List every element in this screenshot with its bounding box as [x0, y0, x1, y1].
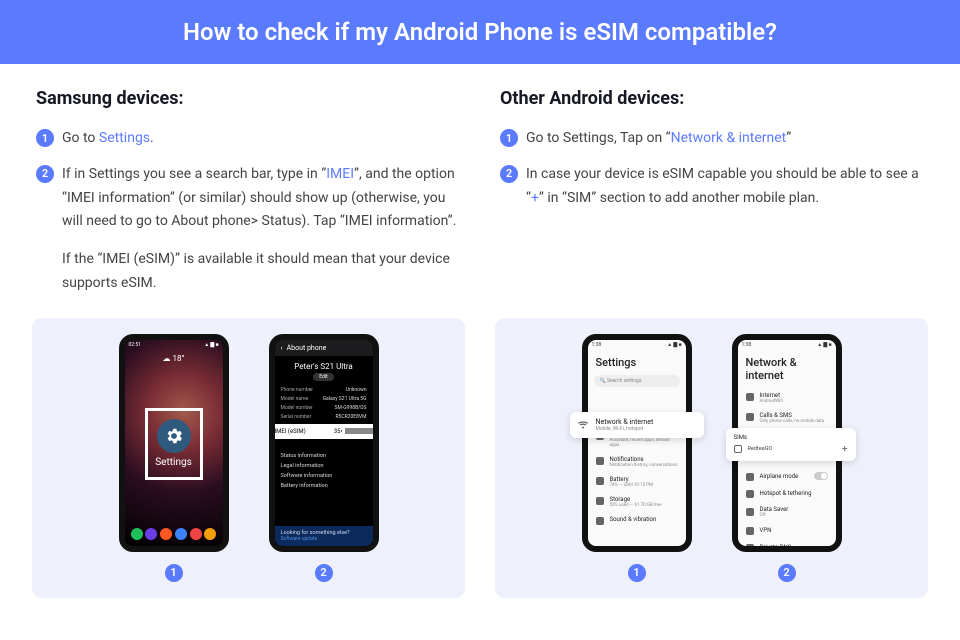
plus-icon: + — [842, 444, 848, 455]
other-screenshot-1: 1:38▲ ▇ ■ Settings 🔍 Search settings App… — [582, 334, 692, 582]
sims-callout: SIMs RedteaGO + — [726, 428, 856, 461]
settings-item: Sound & vibration — [588, 512, 686, 529]
instructions-columns: Samsung devices: 1 Go to Settings. 2 If … — [0, 64, 960, 318]
step-text: Go to Settings. — [62, 127, 154, 151]
page-title: How to check if my Android Phone is eSIM… — [183, 18, 777, 46]
other-screenshot-2: 1:38▲ ▇ ■ Network & internet InternetAnd… — [732, 334, 842, 582]
back-icon: ‹ — [281, 344, 283, 352]
phone-mockup: 1:38▲ ▇ ■ Settings 🔍 Search settings App… — [582, 334, 692, 552]
settings-item: VPN — [738, 522, 836, 539]
step-text: In case your device is eSIM capable you … — [526, 163, 924, 211]
samsung-column: Samsung devices: 1 Go to Settings. 2 If … — [36, 88, 460, 308]
about-rows: Phone numberUnknown Model nameGalaxy S21 … — [275, 387, 373, 420]
settings-icon-highlight: Settings — [145, 408, 203, 480]
samsung-screenshot-1: 02:51▲ ▇ ■ ☁ 18° Settings — [119, 334, 229, 582]
page-title-banner: How to check if my Android Phone is eSIM… — [0, 0, 960, 64]
samsung-heading: Samsung devices: — [36, 88, 460, 109]
settings-item: Airplane mode — [738, 468, 836, 485]
imei-esim-highlight: IMEI (eSIM) 35• — [269, 424, 379, 439]
settings-item: Private DNS — [738, 539, 836, 546]
search-bar: 🔍 Search settings — [594, 375, 680, 387]
about-list-item: Legal information — [281, 463, 367, 469]
network-internet-callout: Network & internet Mobile, Wi-Fi, hotspo… — [570, 412, 704, 438]
screenshot-galleries: 02:51▲ ▇ ■ ☁ 18° Settings — [0, 318, 960, 628]
about-row: Model numberSM-G998B/DS — [281, 405, 367, 411]
wifi-icon — [578, 420, 588, 430]
screenshot-caption: 2 — [778, 564, 796, 582]
footer-banner: Looking for something else? Software upd… — [275, 526, 373, 546]
sim-icon — [734, 445, 742, 453]
samsung-step-1: 1 Go to Settings. — [36, 127, 460, 151]
screenshot-caption: 1 — [165, 564, 183, 582]
keyword-imei: IMEI — [326, 166, 354, 182]
step-bullet: 2 — [500, 165, 518, 183]
other-gallery: 1:38▲ ▇ ■ Settings 🔍 Search settings App… — [495, 318, 928, 598]
settings-item: Hotspot & tethering — [738, 485, 836, 502]
settings-item: Battery74% — Until 10:15 PM — [588, 472, 686, 492]
step-text: Go to Settings, Tap on “Network & intern… — [526, 127, 791, 151]
step-bullet: 2 — [36, 165, 54, 183]
phone-mockup: ‹About phone Peter's S21 Ultra Edit Phon… — [269, 334, 379, 552]
about-list-item: Software information — [281, 473, 367, 479]
gear-icon — [157, 419, 191, 453]
other-step-2: 2 In case your device is eSIM capable yo… — [500, 163, 924, 211]
settings-label: Settings — [155, 457, 192, 468]
samsung-step-2: 2 If in Settings you see a search bar, t… — [36, 163, 460, 296]
step-text: If in Settings you see a search bar, typ… — [62, 163, 460, 296]
about-list-item: Battery information — [281, 483, 367, 489]
samsung-screenshot-2: ‹About phone Peter's S21 Ultra Edit Phon… — [269, 334, 379, 582]
redacted-value — [345, 428, 373, 434]
keyword-network-internet: Network & internet — [671, 130, 787, 146]
about-row: Model nameGalaxy S21 Ultra 5G — [281, 396, 367, 402]
toggle-switch — [814, 472, 828, 480]
phone-mockup: 02:51▲ ▇ ■ ☁ 18° Settings — [119, 334, 229, 552]
settings-item: Data SaverOff — [738, 502, 836, 522]
other-heading: Other Android devices: — [500, 88, 924, 109]
settings-item: NotificationsNotification history, conve… — [588, 452, 686, 472]
keyword-plus: + — [531, 190, 539, 206]
samsung-gallery: 02:51▲ ▇ ■ ☁ 18° Settings — [32, 318, 465, 598]
about-row: Phone numberUnknown — [281, 387, 367, 393]
screenshot-caption: 1 — [628, 564, 646, 582]
step-bullet: 1 — [500, 129, 518, 147]
settings-item: InternetAndroidWifi — [738, 388, 836, 408]
dock-icons — [131, 528, 217, 540]
other-column: Other Android devices: 1 Go to Settings,… — [500, 88, 924, 308]
settings-item: Storage52% used — 61.70 GB free — [588, 492, 686, 512]
about-row: Serial numberR5CR20E8VM — [281, 414, 367, 420]
phone-mockup: 1:38▲ ▇ ■ Network & internet InternetAnd… — [732, 334, 842, 552]
about-list-item: Status information — [281, 453, 367, 459]
step-bullet: 1 — [36, 129, 54, 147]
settings-item: Calls & SMSOnly phone calls, no mobile d… — [738, 408, 836, 428]
screenshot-caption: 2 — [315, 564, 333, 582]
keyword-settings: Settings — [99, 130, 150, 146]
other-step-1: 1 Go to Settings, Tap on “Network & inte… — [500, 127, 924, 151]
